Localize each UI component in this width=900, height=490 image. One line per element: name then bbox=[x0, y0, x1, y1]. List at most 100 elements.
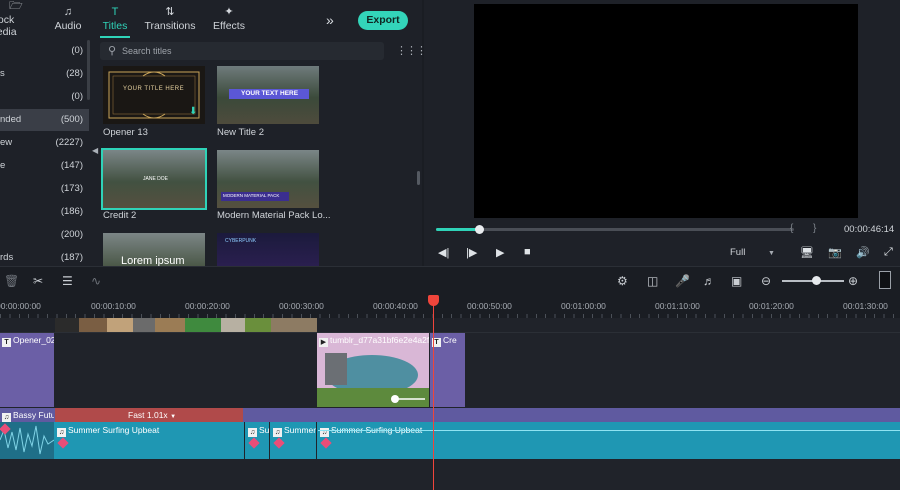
music-note-icon: ♫ bbox=[57, 428, 66, 437]
zoom-out-icon[interactable]: ⊖ bbox=[761, 274, 771, 288]
clip-label-text: tumblr_d77a31bf6e2e4a2f bbox=[330, 335, 429, 345]
tab-effects[interactable]: ✦ Effects bbox=[202, 0, 256, 38]
ruler-label: 00:01:20:00 bbox=[749, 301, 794, 311]
category-count: (0) bbox=[71, 45, 83, 56]
category-count: (200) bbox=[60, 229, 83, 240]
category-item[interactable]: (173) bbox=[0, 178, 89, 200]
download-icon[interactable]: ⬇ bbox=[189, 106, 197, 117]
collapse-arrow-icon[interactable]: ◀ bbox=[92, 146, 98, 155]
subtitle-icon[interactable]: ▣ bbox=[731, 274, 742, 288]
category-name: e bbox=[0, 160, 6, 171]
audio-clip-bassy[interactable]: ♫ Bassy Futur bbox=[0, 408, 54, 422]
clip-label-text: Summer bbox=[284, 425, 317, 435]
category-item[interactable]: e (147) bbox=[0, 155, 89, 177]
audio-clip-summer-2[interactable]: ♫ Su bbox=[246, 422, 270, 459]
title-clip-credit[interactable]: T Cre bbox=[430, 333, 465, 407]
chevron-down-icon: ▼ bbox=[767, 250, 775, 257]
stop-icon[interactable]: ■ bbox=[524, 246, 531, 258]
clip-label: T Opener_02 bbox=[2, 335, 54, 347]
audio-effect-gem-icon bbox=[248, 437, 260, 449]
video-filmstrip[interactable] bbox=[55, 318, 317, 332]
panel-toggle-icon[interactable] bbox=[879, 271, 891, 289]
more-tabs-chevron-icon[interactable]: » bbox=[326, 12, 334, 28]
tab-audio[interactable]: ♫ Audio bbox=[44, 0, 92, 38]
audio-volume-line bbox=[318, 430, 900, 431]
playhead-handle[interactable] bbox=[428, 295, 439, 306]
category-name: ew bbox=[0, 137, 13, 148]
title-thumbnail-lorem-ipsum[interactable]: Lorem ipsum bbox=[103, 233, 205, 266]
ruler-label: 00:00:10:00 bbox=[91, 301, 136, 311]
preview-scrubber[interactable] bbox=[436, 225, 794, 234]
mixer-icon[interactable]: ♬ bbox=[703, 274, 715, 288]
mark-out-icon[interactable]: } bbox=[813, 223, 816, 234]
delete-icon[interactable]: 🗑 bbox=[4, 274, 19, 288]
video-clip[interactable]: ▶ tumblr_d77a31bf6e2e4a2f bbox=[317, 333, 429, 407]
category-count: (147) bbox=[60, 160, 83, 171]
thumbnail-title-text: YOUR TEXT HERE bbox=[241, 90, 299, 97]
mark-in-icon[interactable]: { bbox=[790, 223, 793, 234]
audio-clip-summer-1[interactable]: ♫ Summer Surfing Upbeat bbox=[55, 422, 245, 459]
category-name: s bbox=[0, 68, 5, 79]
category-count: (500) bbox=[60, 114, 83, 125]
snapshot-camera-icon[interactable]: 📷 bbox=[828, 246, 842, 259]
thumbnail-title-text: YOUR TITLE HERE bbox=[123, 86, 185, 92]
export-button[interactable]: Export bbox=[358, 11, 408, 30]
tab-stock-media[interactable]: 🗁 Stock Media bbox=[0, 0, 44, 38]
search-box: ⚲ bbox=[100, 42, 384, 60]
quality-select[interactable]: Full ▼ bbox=[730, 247, 775, 258]
marker-shield-icon[interactable]: ◫ bbox=[647, 274, 658, 288]
text-t-icon: T bbox=[111, 6, 119, 18]
category-item[interactable]: ew (2227) bbox=[0, 132, 89, 154]
category-item[interactable]: (0) bbox=[0, 86, 89, 108]
clip-label-text: Summer Surfing Upbeat bbox=[68, 425, 160, 435]
category-item[interactable]: (0) bbox=[0, 40, 89, 62]
microphone-icon[interactable]: 🎤 bbox=[675, 274, 690, 288]
clip-label-text: Cre bbox=[443, 335, 457, 345]
library-scrollbar[interactable] bbox=[417, 171, 420, 185]
clip-label-text: Su bbox=[259, 425, 270, 435]
volume-icon[interactable]: 🔊 bbox=[856, 246, 870, 259]
zoom-in-icon[interactable]: ⊕ bbox=[848, 274, 858, 288]
tab-titles[interactable]: T Titles bbox=[92, 0, 138, 38]
category-item[interactable]: (186) bbox=[0, 201, 89, 223]
search-input[interactable] bbox=[122, 42, 372, 60]
audio-effect-gem-icon bbox=[320, 437, 332, 449]
step-back-icon[interactable]: ◀| bbox=[438, 246, 449, 259]
playhead-line[interactable] bbox=[433, 300, 434, 490]
timeline-toolbar: 🗑 ✂ ☰ ∿ ⚙ ◫ 🎤 ♬ ▣ ⊖ ⊕ bbox=[0, 266, 900, 296]
speed-bar[interactable]: Fast 1.01x ▼ bbox=[55, 408, 243, 422]
title-thumbnail-new-title-2[interactable]: YOUR TEXT HERE bbox=[217, 66, 319, 124]
category-count: (2227) bbox=[55, 137, 83, 148]
title-thumbnail-credit-2[interactable]: JANE DOE bbox=[101, 148, 207, 210]
tab-transitions[interactable]: ⇅ Transitions bbox=[138, 0, 202, 38]
title-thumbnail-cyberpunk[interactable]: CYBERPUNK bbox=[217, 233, 319, 266]
play-icon[interactable]: ▶ bbox=[496, 246, 504, 259]
title-clip-opener[interactable]: T Opener_02 bbox=[0, 333, 54, 407]
fullscreen-icon[interactable]: ⤢ bbox=[884, 246, 893, 259]
search-icon: ⚲ bbox=[108, 45, 117, 57]
clip-label: ♫ Su bbox=[248, 425, 269, 437]
audio-clip-summer-3[interactable]: ♫ Summer bbox=[271, 422, 317, 459]
thumbnail-label: Opener 13 bbox=[103, 127, 148, 138]
category-item-recommended[interactable]: nded (500) bbox=[0, 109, 89, 131]
ruler-label: 00:01:30:00 bbox=[843, 301, 888, 311]
scrubber-handle[interactable] bbox=[474, 225, 484, 234]
category-item[interactable]: s (28) bbox=[0, 63, 89, 85]
play-back-icon[interactable]: |▶ bbox=[466, 246, 477, 259]
text-t-icon: T bbox=[2, 338, 11, 347]
category-item[interactable]: (200) bbox=[0, 224, 89, 246]
adjust-icon[interactable]: ☰ bbox=[62, 274, 73, 288]
category-scrollbar[interactable] bbox=[87, 40, 90, 100]
thumbnail-title-text: MODERN MATERIAL PACK bbox=[223, 193, 280, 198]
audio-clip-summer-4[interactable]: ♫ Summer Surfing Upbeat bbox=[318, 422, 900, 459]
zoom-slider-handle[interactable] bbox=[812, 276, 821, 285]
title-thumbnail-modern-material-pack[interactable]: MODERN MATERIAL PACK bbox=[217, 150, 319, 208]
timeline-tracks: T Opener_02 ▶ tumblr_d77a31bf6e2e4a2f T Cre… bbox=[0, 318, 900, 490]
grid-view-icon[interactable]: ⋮⋮⋮ bbox=[396, 44, 427, 57]
render-icon[interactable]: ⚙ bbox=[617, 274, 628, 288]
audio-wave-icon[interactable]: ∿ bbox=[91, 274, 101, 288]
music-note-icon: ♫ bbox=[2, 413, 11, 422]
monitor-icon[interactable]: 🖥 bbox=[800, 246, 814, 259]
cut-scissors-icon[interactable]: ✂ bbox=[33, 274, 43, 288]
title-thumbnail-opener-13[interactable]: YOUR TITLE HERE ⬇ bbox=[103, 66, 205, 124]
